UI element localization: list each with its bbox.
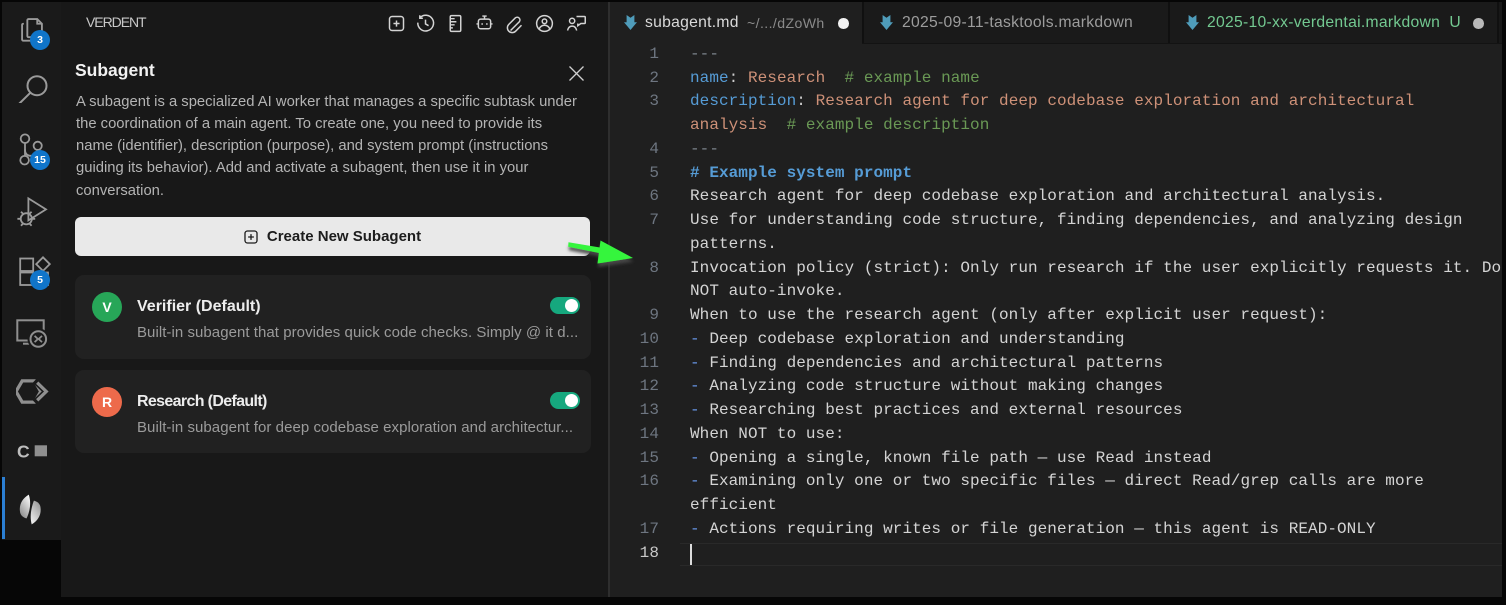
svg-text:C: C [17, 442, 30, 460]
